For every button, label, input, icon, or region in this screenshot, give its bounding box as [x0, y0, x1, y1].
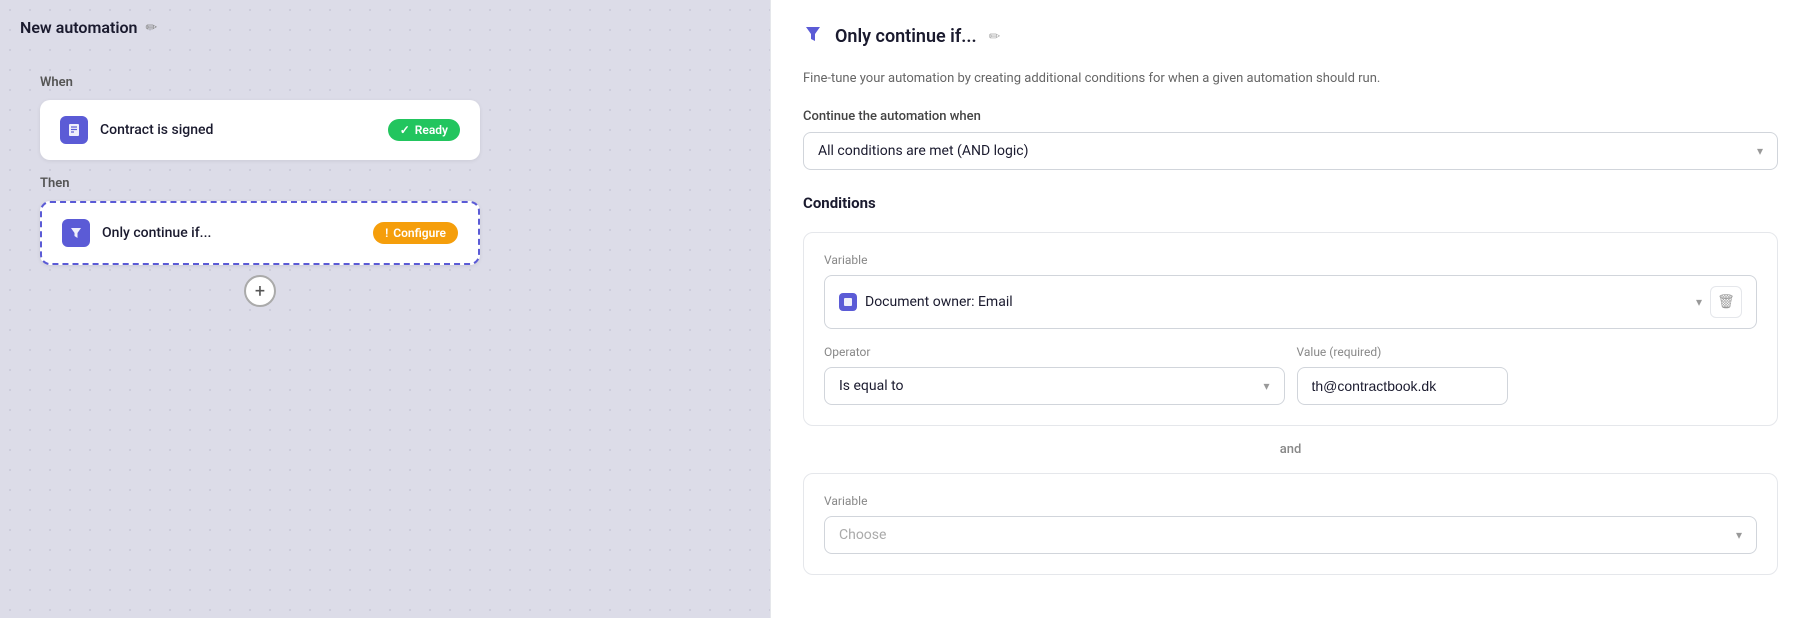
right-header: Only continue if... ✏ [803, 24, 1778, 49]
plus-icon: + [255, 281, 265, 302]
configure-badge: ! Configure [373, 222, 458, 244]
condition-1-value-col: Value (required) [1297, 345, 1758, 405]
condition-1-variable-value: Document owner: Email [865, 294, 1013, 310]
left-panel: New automation ✏ When Contract is signed… [0, 0, 770, 618]
edit-title-icon[interactable]: ✏ [146, 20, 158, 36]
right-description: Fine-tune your automation by creating ad… [803, 69, 1778, 89]
automation-title: New automation [20, 18, 138, 37]
right-panel: Only continue if... ✏ Fine-tune your aut… [770, 0, 1810, 618]
condition-1-operator-select[interactable]: Is equal to ▾ [824, 367, 1285, 405]
when-label: When [40, 75, 730, 90]
conditions-title: Conditions [803, 194, 1778, 212]
condition-1-variable-left: Document owner: Email [839, 293, 1013, 311]
edit-right-title-icon[interactable]: ✏ [989, 29, 1001, 45]
ready-badge: ✓ Ready [388, 119, 460, 141]
continue-when-value: All conditions are met (AND logic) [818, 143, 1028, 159]
filter-step-title: Only continue if... [102, 225, 211, 241]
ready-check-icon: ✓ [400, 123, 410, 137]
filter-step-left: Only continue if... [62, 219, 211, 247]
then-label: Then [40, 176, 730, 191]
contract-step-left: Contract is signed [60, 116, 213, 144]
condition-2-placeholder: Choose [839, 527, 886, 543]
condition-2-chevron-icon: ▾ [1736, 528, 1742, 542]
condition-1-block: Variable Document owner: Email ▾ 🗑 Opera… [803, 232, 1778, 426]
header-filter-icon [803, 24, 823, 49]
condition-2-variable-select[interactable]: Choose ▾ [824, 516, 1757, 554]
left-header: New automation ✏ [0, 0, 770, 55]
condition-1-operator-chevron: ▾ [1263, 379, 1269, 393]
contract-step-card[interactable]: Contract is signed ✓ Ready [40, 100, 480, 160]
configure-badge-label: Configure [393, 226, 446, 240]
contract-doc-icon [60, 116, 88, 144]
condition-1-operator-label: Operator [824, 345, 1285, 359]
condition-1-doc-icon [839, 293, 857, 311]
continue-when-label: Continue the automation when [803, 109, 1778, 124]
condition-1-variable-label: Variable [824, 253, 1757, 267]
contract-step-title: Contract is signed [100, 122, 213, 138]
condition-1-operator-value: Is equal to [839, 378, 904, 394]
condition-1-operator-col: Operator Is equal to ▾ [824, 345, 1285, 405]
continue-when-chevron-icon: ▾ [1757, 144, 1763, 158]
condition-2-block: Variable Choose ▾ [803, 473, 1778, 575]
ready-badge-label: Ready [415, 123, 448, 137]
canvas-area: When Contract is signed ✓ Ready The [0, 55, 770, 327]
condition-1-value-input[interactable] [1297, 367, 1508, 405]
right-panel-title: Only continue if... [835, 26, 977, 47]
continue-when-select[interactable]: All conditions are met (AND logic) ▾ [803, 132, 1778, 170]
condition-1-variable-select[interactable]: Document owner: Email ▾ 🗑 [824, 275, 1757, 329]
filter-step-card[interactable]: Only continue if... ! Configure [40, 201, 480, 265]
filter-step-icon [62, 219, 90, 247]
condition-1-trash-icon: 🗑 [1717, 294, 1735, 310]
condition-1-operator-value-row: Operator Is equal to ▾ Value (required) [824, 345, 1757, 405]
condition-1-delete-button[interactable]: 🗑 [1710, 286, 1742, 318]
configure-warning-icon: ! [385, 226, 388, 240]
condition-1-value-label: Value (required) [1297, 345, 1758, 359]
condition-1-variable-chevron: ▾ [1696, 295, 1702, 309]
condition-2-variable-label: Variable [824, 494, 1757, 508]
add-step-button[interactable]: + [244, 275, 276, 307]
condition-1-variable-right: ▾ 🗑 [1696, 286, 1742, 318]
and-divider: and [803, 442, 1778, 457]
